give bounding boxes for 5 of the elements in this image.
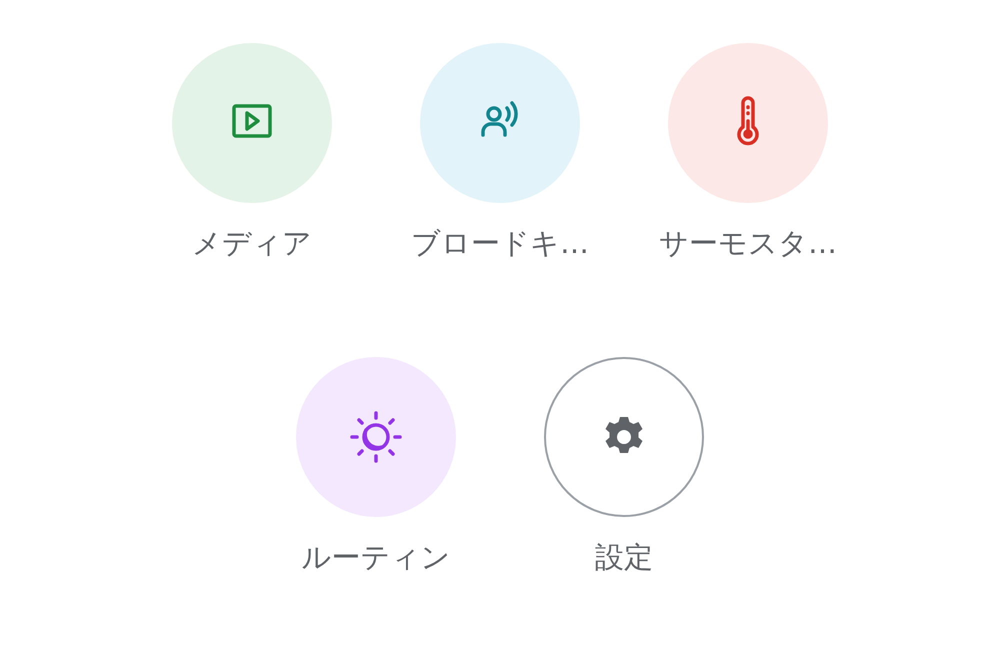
tile-label: サーモスタ… (659, 225, 837, 261)
tile-label: メディア (192, 225, 312, 261)
tile-label: ブロードキ… (411, 225, 589, 261)
tile-label: 設定 (595, 539, 653, 575)
tile-label: ルーティン (302, 539, 450, 575)
